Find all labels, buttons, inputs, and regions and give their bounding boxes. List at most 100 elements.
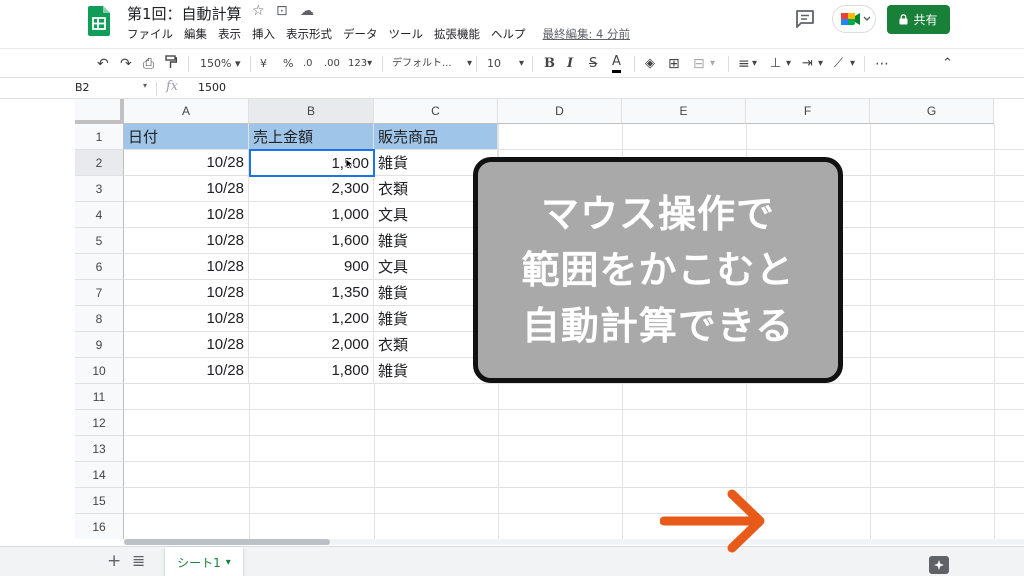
text-rotation-icon[interactable]: ⟋: [834, 55, 843, 73]
sheet-tab-active[interactable]: シート1 ▾: [165, 547, 243, 576]
table-cell[interactable]: 10/28: [124, 280, 249, 306]
table-cell[interactable]: 10/28: [124, 228, 249, 254]
column-header-c[interactable]: C: [374, 99, 498, 124]
chevron-down-icon[interactable]: ▾: [850, 55, 855, 73]
menu-file[interactable]: ファイル: [127, 26, 173, 44]
table-cell[interactable]: 900: [249, 254, 374, 280]
paint-format-icon[interactable]: [165, 55, 178, 73]
strikethrough-button[interactable]: S: [589, 55, 597, 73]
more-formats-button[interactable]: 123▾: [348, 55, 372, 73]
row-header[interactable]: 2: [75, 150, 124, 176]
menu-extensions[interactable]: 拡張機能: [434, 26, 480, 44]
row-header[interactable]: 13: [75, 436, 124, 462]
row-header[interactable]: 10: [75, 358, 124, 384]
chevron-down-icon[interactable]: ▾: [752, 55, 757, 73]
table-cell[interactable]: 10/28: [124, 306, 249, 332]
menu-insert[interactable]: 挿入: [252, 26, 275, 44]
move-folder-icon[interactable]: ⊡: [276, 3, 288, 19]
table-cell[interactable]: 10/28: [124, 332, 249, 358]
column-header-g[interactable]: G: [870, 99, 994, 124]
font-family-select[interactable]: デフォルト...: [392, 55, 470, 73]
table-cell[interactable]: 10/28: [124, 150, 249, 176]
formula-input[interactable]: 1500: [198, 81, 226, 94]
fill-color-icon[interactable]: ◈: [645, 55, 655, 73]
row-header[interactable]: 7: [75, 280, 124, 306]
more-options-icon[interactable]: ⋯: [875, 55, 889, 73]
horizontal-scrollbar[interactable]: [124, 539, 1024, 545]
add-sheet-icon[interactable]: +: [107, 551, 121, 571]
redo-icon[interactable]: ↷: [120, 55, 132, 73]
comment-history-icon[interactable]: [794, 8, 816, 30]
table-cell[interactable]: 2,300: [249, 176, 374, 202]
vertical-align-icon[interactable]: ⊥: [770, 55, 781, 73]
undo-icon[interactable]: ↶: [97, 55, 109, 73]
table-cell[interactable]: 1,000: [249, 202, 374, 228]
menu-data[interactable]: データ: [343, 26, 378, 44]
row-header[interactable]: 12: [75, 410, 124, 436]
bold-button[interactable]: B: [544, 55, 555, 73]
column-header-b[interactable]: B: [249, 99, 374, 124]
currency-format-button[interactable]: ¥: [260, 55, 267, 73]
chevron-down-icon[interactable]: ▾: [467, 55, 472, 73]
star-icon[interactable]: ☆: [252, 3, 265, 19]
horizontal-align-icon[interactable]: ≡: [738, 55, 750, 73]
percent-format-button[interactable]: %: [283, 55, 293, 73]
table-cell[interactable]: 10/28: [124, 358, 249, 384]
row-header[interactable]: 16: [75, 514, 124, 539]
row-header[interactable]: 14: [75, 462, 124, 488]
row-header[interactable]: 8: [75, 306, 124, 332]
column-header-f[interactable]: F: [746, 99, 870, 124]
table-header-cell[interactable]: 日付: [124, 124, 249, 150]
chevron-down-icon[interactable]: ▾: [710, 55, 715, 73]
row-header[interactable]: 15: [75, 488, 124, 514]
active-cell[interactable]: 1,500: [249, 149, 375, 177]
menu-format[interactable]: 表示形式: [286, 26, 332, 44]
table-header-cell[interactable]: 売上金額: [249, 124, 374, 150]
table-cell[interactable]: 10/28: [124, 202, 249, 228]
font-size-select[interactable]: 10: [487, 55, 501, 73]
chevron-down-icon[interactable]: ▾: [818, 55, 823, 73]
chevron-down-icon[interactable]: ▾: [519, 55, 524, 73]
table-header-cell[interactable]: 販売商品: [374, 124, 498, 150]
row-header[interactable]: 5: [75, 228, 124, 254]
row-header[interactable]: 4: [75, 202, 124, 228]
meet-button[interactable]: [832, 5, 876, 33]
row-header[interactable]: 1: [75, 124, 124, 150]
collapse-menus-icon[interactable]: ⌃: [942, 55, 953, 73]
table-cell[interactable]: 1,350: [249, 280, 374, 306]
text-color-button[interactable]: A: [612, 55, 621, 73]
borders-icon[interactable]: ⊞: [668, 55, 680, 73]
column-header-a[interactable]: A: [124, 99, 249, 124]
text-wrap-icon[interactable]: ⇥: [802, 55, 813, 73]
row-header[interactable]: 11: [75, 384, 124, 410]
row-header[interactable]: 3: [75, 176, 124, 202]
row-header[interactable]: 9: [75, 332, 124, 358]
menu-help[interactable]: ヘルプ: [491, 26, 526, 44]
table-cell[interactable]: 1,800: [249, 358, 374, 384]
sheets-logo-icon[interactable]: [88, 6, 110, 36]
italic-button[interactable]: I: [567, 55, 573, 73]
table-cell[interactable]: 10/28: [124, 254, 249, 280]
select-all-corner[interactable]: [75, 99, 124, 124]
explore-icon[interactable]: [929, 556, 949, 574]
menu-tools[interactable]: ツール: [389, 26, 424, 44]
print-icon[interactable]: ⎙: [143, 55, 154, 73]
column-header-e[interactable]: E: [622, 99, 746, 124]
table-cell[interactable]: 2,000: [249, 332, 374, 358]
cloud-status-icon[interactable]: ☁: [300, 3, 314, 19]
scrollbar-thumb[interactable]: [124, 539, 330, 545]
increase-decimal-button[interactable]: .00: [324, 55, 340, 73]
menu-edit[interactable]: 編集: [184, 26, 207, 44]
chevron-down-icon[interactable]: ▾: [786, 55, 791, 73]
last-edit-link[interactable]: 最終編集: 4 分前: [543, 26, 631, 44]
decrease-decimal-button[interactable]: .0: [303, 55, 313, 73]
zoom-select[interactable]: 150% ▾: [200, 55, 240, 73]
menu-view[interactable]: 表示: [218, 26, 241, 44]
share-button[interactable]: 共有: [887, 5, 950, 34]
name-box[interactable]: B2: [75, 81, 90, 94]
table-cell[interactable]: 1,200: [249, 306, 374, 332]
table-cell[interactable]: 1,600: [249, 228, 374, 254]
column-header-d[interactable]: D: [498, 99, 622, 124]
table-cell[interactable]: 10/28: [124, 176, 249, 202]
merge-cells-icon[interactable]: ⊟: [693, 55, 705, 73]
